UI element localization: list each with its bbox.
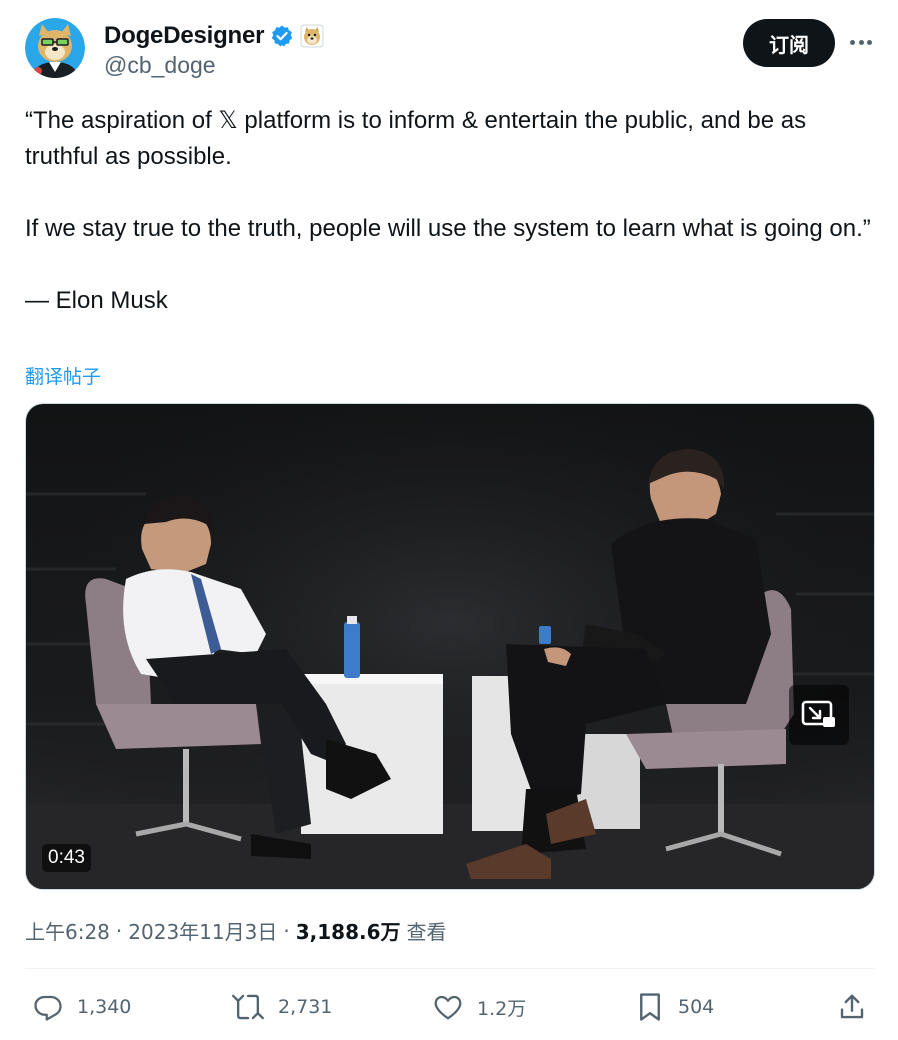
translate-post-link[interactable]: 翻译帖子: [25, 362, 101, 389]
heart-icon: [434, 995, 462, 1020]
tweet-meta: 上午6:28 · 2023年11月3日 · 3,188.6万 查看: [25, 916, 447, 945]
more-options-icon[interactable]: [847, 30, 875, 54]
dot: [858, 39, 864, 45]
share-button[interactable]: [837, 985, 881, 1029]
views-label: 查看: [406, 920, 447, 944]
dot: [867, 39, 872, 45]
doge-affiliate-badge-icon[interactable]: [300, 24, 324, 48]
reply-icon: [34, 995, 62, 1021]
doge-avatar-icon: [25, 18, 85, 78]
video-player[interactable]: 0:43: [25, 403, 875, 890]
meta-separator: ·: [115, 918, 123, 943]
video-frame: [26, 404, 874, 889]
like-count: 1.2万: [477, 997, 527, 1020]
repost-button[interactable]: 2,731: [232, 985, 332, 1029]
share-icon: [840, 994, 864, 1019]
tweet-header: DogeDesigner @cb_doge 订阅: [25, 18, 875, 80]
views-count: 3,188.6万: [295, 920, 401, 944]
bookmark-count: 504: [678, 996, 715, 1018]
avatar[interactable]: [25, 18, 85, 78]
repost-icon: [232, 994, 264, 1020]
tweet-text: “The aspiration of 𝕏 platform is to info…: [25, 107, 871, 314]
name-row: DogeDesigner: [104, 22, 324, 50]
divider: [25, 968, 875, 969]
reply-count: 1,340: [77, 996, 132, 1018]
repost-count: 2,731: [278, 996, 333, 1018]
subscribe-button[interactable]: 订阅: [743, 19, 835, 67]
handle[interactable]: @cb_doge: [104, 52, 216, 79]
verified-badge-icon[interactable]: [270, 24, 294, 48]
display-name[interactable]: DogeDesigner: [104, 22, 265, 50]
post-time[interactable]: 上午6:28: [25, 916, 110, 945]
bookmark-icon: [640, 993, 660, 1021]
like-button[interactable]: 1.2万: [433, 985, 526, 1029]
video-duration-badge: 0:43: [42, 844, 91, 872]
post-date[interactable]: 2023年11月3日: [128, 916, 277, 945]
bookmark-button[interactable]: 504: [636, 985, 714, 1029]
action-bar: 1,340 2,731 1.2万 504: [25, 985, 875, 1029]
picture-in-picture-icon[interactable]: [789, 685, 849, 745]
meta-separator: ·: [283, 918, 290, 943]
reply-button[interactable]: 1,340: [33, 985, 131, 1029]
dot: [850, 39, 855, 45]
